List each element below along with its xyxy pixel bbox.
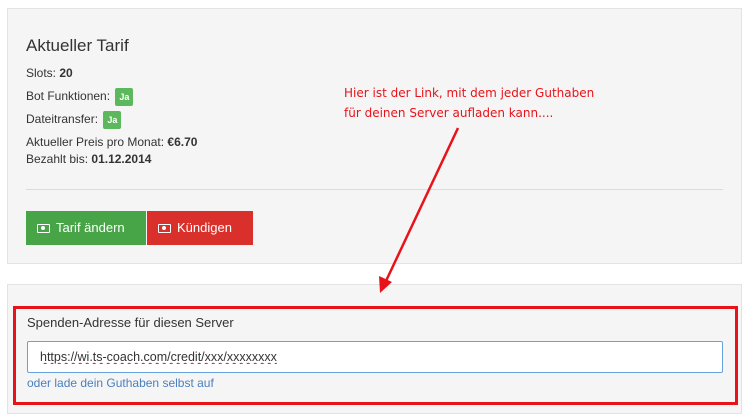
file-transfer-row: Dateitransfer: Ja bbox=[26, 111, 122, 129]
paid-until-value: 01.12.2014 bbox=[91, 152, 152, 166]
slots-row: Slots: 20 bbox=[26, 65, 73, 81]
paid-until-row: Bezahlt bis: 01.12.2014 bbox=[26, 151, 151, 167]
annotation-text-line-2: für deinen Server aufladen kann.... bbox=[344, 106, 554, 120]
file-transfer-label: Dateitransfer: bbox=[26, 112, 99, 127]
self-topup-link[interactable]: oder lade dein Guthaben selbst auf bbox=[27, 376, 214, 390]
price-value: €6.70 bbox=[167, 135, 198, 149]
bot-functions-row: Bot Funktionen: Ja bbox=[26, 88, 134, 106]
donation-url-input[interactable] bbox=[27, 341, 723, 373]
file-transfer-badge: Ja bbox=[103, 111, 122, 129]
annotation-text-line-1: Hier ist der Link, mit dem jeder Guthabe… bbox=[344, 86, 595, 100]
tariff-title: Aktueller Tarif bbox=[26, 36, 129, 55]
price-label: Aktueller Preis pro Monat: bbox=[26, 135, 165, 149]
donation-address-label: Spenden-Adresse für diesen Server bbox=[27, 315, 234, 330]
change-tariff-label: Tarif ändern bbox=[56, 220, 125, 235]
bot-functions-badge: Ja bbox=[115, 88, 134, 106]
change-tariff-button[interactable]: Tarif ändern bbox=[26, 211, 146, 245]
cancel-subscription-label: Kündigen bbox=[177, 220, 232, 235]
price-row: Aktueller Preis pro Monat: €6.70 bbox=[26, 134, 197, 150]
divider bbox=[26, 189, 723, 190]
slots-value: 20 bbox=[59, 66, 73, 80]
money-icon bbox=[158, 224, 171, 233]
money-icon bbox=[37, 224, 50, 233]
bot-functions-label: Bot Funktionen: bbox=[26, 89, 111, 104]
paid-until-label: Bezahlt bis: bbox=[26, 152, 89, 166]
cancel-subscription-button[interactable]: Kündigen bbox=[147, 211, 253, 245]
slots-label: Slots: bbox=[26, 66, 57, 80]
